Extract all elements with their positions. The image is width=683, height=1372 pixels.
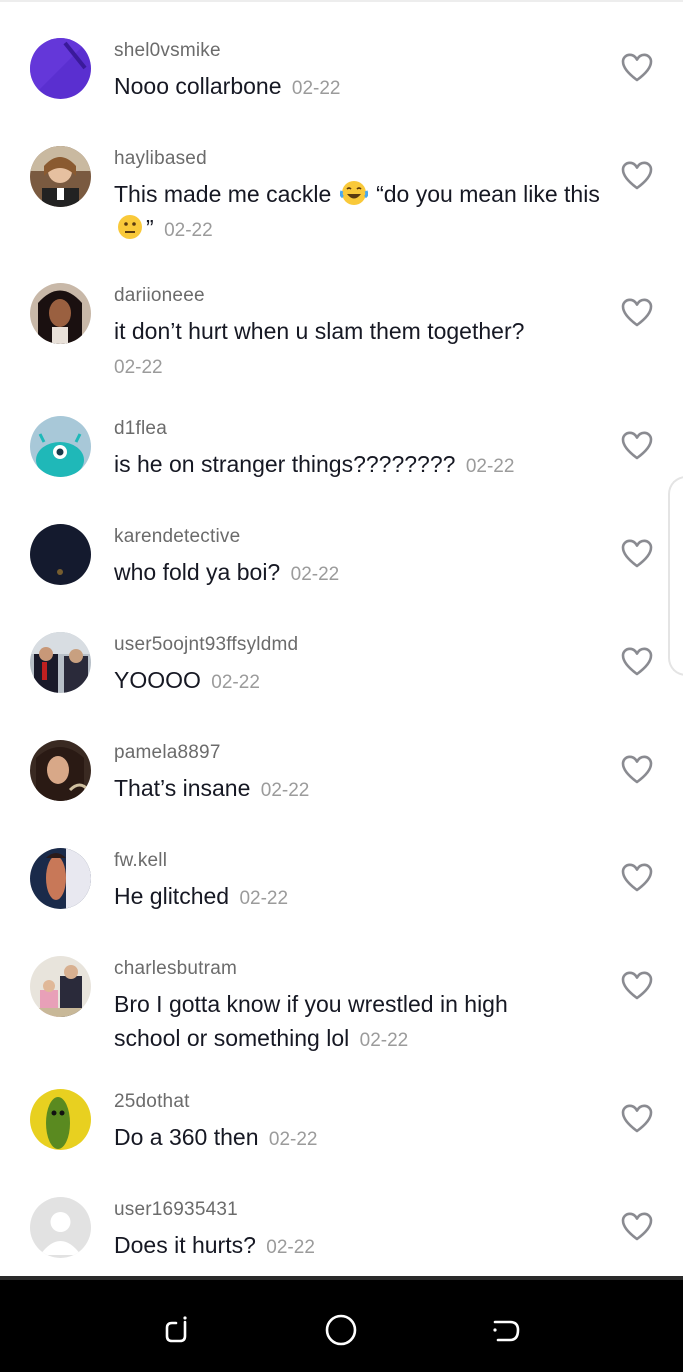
- comment-date: 02-22: [260, 780, 310, 801]
- neutral-face-emoji: [116, 213, 144, 241]
- comment-body: who fold ya boi?: [114, 559, 281, 585]
- comment-body: That’s insane: [114, 775, 251, 801]
- heart-outline-icon[interactable]: [620, 429, 654, 463]
- comment-username[interactable]: user16935431: [114, 1199, 238, 1221]
- heart-outline-icon[interactable]: [620, 861, 654, 895]
- heart-outline-icon[interactable]: [620, 296, 654, 330]
- comment-date: 02-22: [114, 357, 163, 378]
- comment-text: Nooo collarbone 02-22: [114, 69, 602, 106]
- comment-username[interactable]: 25dothat: [114, 1091, 190, 1113]
- comment-username[interactable]: user5oojnt93ffsyldmd: [114, 634, 298, 656]
- heart-outline-icon[interactable]: [620, 1210, 654, 1244]
- comment-text: He glitched 02-22: [114, 879, 602, 916]
- comment-username[interactable]: shel0vsmike: [114, 40, 221, 62]
- comment-username[interactable]: pamela8897: [114, 742, 221, 764]
- heart-outline-icon[interactable]: [620, 537, 654, 571]
- avatar[interactable]: [30, 632, 91, 693]
- avatar[interactable]: [30, 416, 91, 477]
- comment-body: is he on stranger things????????: [114, 451, 456, 477]
- comment-body: YOOOO: [114, 667, 201, 693]
- system-navigation-bar: [0, 1276, 683, 1372]
- comment-date: 02-22: [291, 78, 341, 99]
- comment-text: Does it hurts? 02-22: [114, 1228, 602, 1265]
- comment-date: 02-22: [164, 220, 213, 241]
- comment-date: 02-22: [359, 1030, 409, 1051]
- comment-body: Nooo collarbone: [114, 73, 282, 99]
- heart-outline-icon[interactable]: [620, 969, 654, 1003]
- heart-outline-icon[interactable]: [620, 159, 654, 193]
- comment-body: Bro I gotta know if you wrestled in high…: [114, 991, 508, 1051]
- comment-body: He glitched: [114, 883, 230, 909]
- comment-date: 02-22: [239, 888, 289, 909]
- comment-text: who fold ya boi? 02-22: [114, 555, 602, 592]
- comment-date: 02-22: [290, 564, 340, 585]
- comment-date: 02-22: [465, 456, 515, 477]
- avatar[interactable]: [30, 283, 91, 344]
- comment-date: 02-22: [211, 672, 260, 693]
- comment-body: Do a 360 then: [114, 1124, 259, 1150]
- recent-apps-icon[interactable]: [156, 1310, 196, 1350]
- comment-date: 02-22: [268, 1129, 318, 1150]
- comment-body-part2: “do you mean like this: [376, 181, 600, 207]
- avatar[interactable]: [30, 1089, 91, 1150]
- comment-text: it don’t hurt when u slam them together?…: [114, 314, 602, 385]
- avatar[interactable]: [30, 740, 91, 801]
- comment-username[interactable]: charlesbutram: [114, 958, 237, 980]
- comment-date: 02-22: [266, 1237, 315, 1258]
- heart-outline-icon[interactable]: [620, 51, 654, 85]
- avatar[interactable]: [30, 524, 91, 585]
- comment-text: This made me cackle “do you mean like th…: [114, 177, 602, 248]
- avatar[interactable]: [30, 38, 91, 99]
- comment-list[interactable]: shel0vsmike Nooo collarbone 02-22 haylib…: [0, 0, 683, 1275]
- avatar[interactable]: [30, 146, 91, 207]
- comment-username[interactable]: dariioneee: [114, 285, 205, 307]
- comment-username[interactable]: d1flea: [114, 418, 167, 440]
- comment-text: That’s insane 02-22: [114, 771, 602, 808]
- comment-body-part1: This made me cackle: [114, 181, 332, 207]
- avatar[interactable]: [30, 848, 91, 909]
- comment-username[interactable]: haylibased: [114, 148, 207, 170]
- comment-text: Bro I gotta know if you wrestled in high…: [114, 987, 574, 1058]
- heart-outline-icon[interactable]: [620, 753, 654, 787]
- scroll-handle[interactable]: [668, 476, 683, 676]
- comment-text: YOOOO 02-22: [114, 663, 602, 700]
- comment-text: Do a 360 then 02-22: [114, 1120, 602, 1157]
- heart-outline-icon[interactable]: [620, 645, 654, 679]
- comment-username[interactable]: karendetective: [114, 526, 240, 548]
- comment-body: Does it hurts?: [114, 1232, 256, 1258]
- comment-text: is he on stranger things???????? 02-22: [114, 447, 602, 484]
- heart-outline-icon[interactable]: [620, 1102, 654, 1136]
- comment-body: it don’t hurt when u slam them together?: [114, 318, 525, 344]
- back-icon[interactable]: [486, 1310, 526, 1350]
- comment-body-part3: ”: [146, 215, 154, 241]
- avatar[interactable]: [30, 956, 91, 1017]
- comment-username[interactable]: fw.kell: [114, 850, 167, 872]
- home-circle-icon[interactable]: [321, 1310, 361, 1350]
- laughing-crying-emoji: [339, 179, 368, 207]
- avatar[interactable]: [30, 1197, 91, 1258]
